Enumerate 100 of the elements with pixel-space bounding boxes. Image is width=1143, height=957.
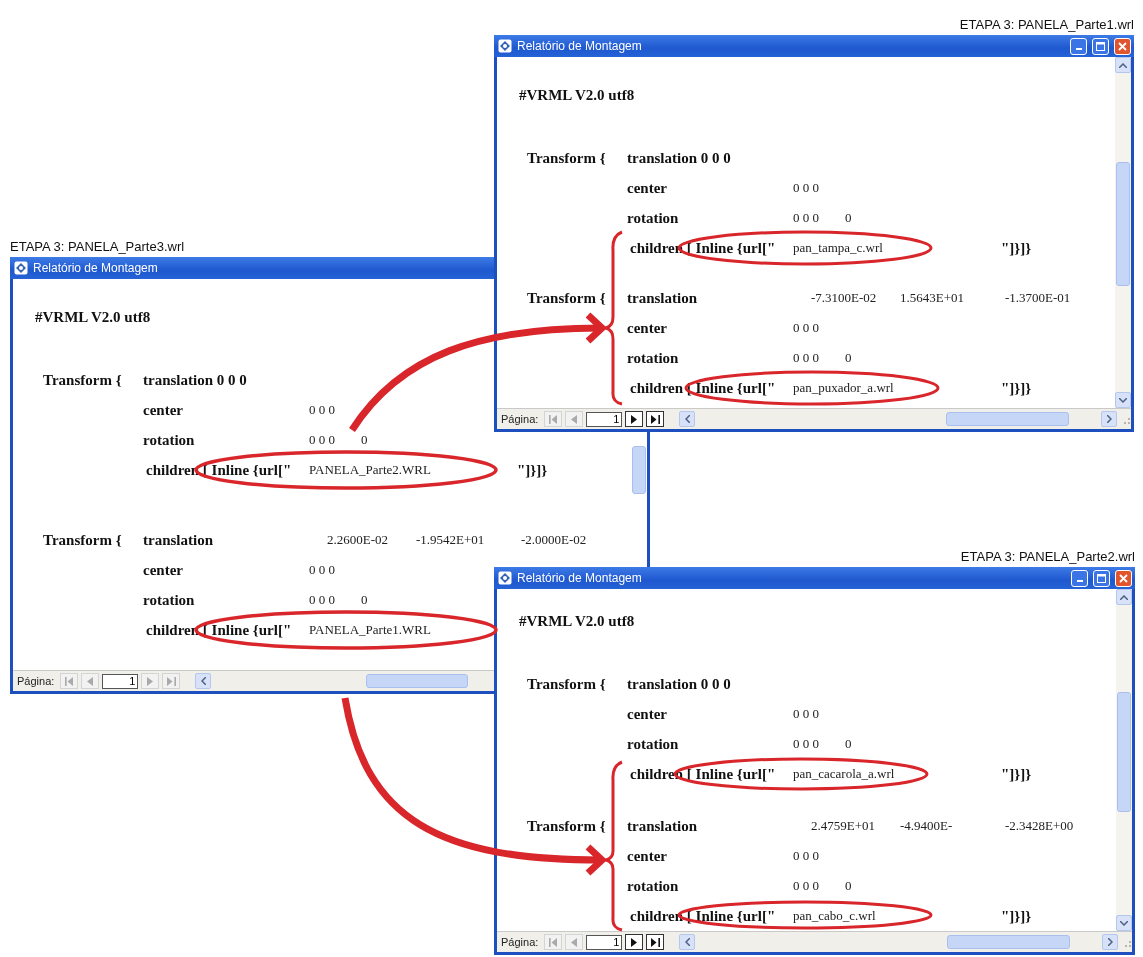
closing-brackets: "]}]} bbox=[1001, 239, 1032, 257]
translation-value: 1.5643E+01 bbox=[899, 290, 966, 306]
last-page-button[interactable] bbox=[646, 411, 665, 427]
next-page-icon bbox=[631, 937, 638, 947]
translation-label: translation bbox=[143, 531, 213, 549]
rotation-value: 0 0 0 bbox=[793, 878, 819, 894]
next-page-icon bbox=[631, 414, 638, 424]
scroll-up-icon bbox=[1120, 594, 1128, 600]
translation-value: -4.9400E- bbox=[899, 818, 954, 834]
rotation-value: 0 bbox=[845, 736, 852, 752]
diamond-app-icon bbox=[498, 39, 512, 53]
rotation-label: rotation bbox=[627, 877, 679, 895]
center-label: center bbox=[627, 705, 667, 723]
scroll-left-icon bbox=[684, 938, 690, 946]
translation-label: translation 0 0 0 bbox=[627, 675, 731, 693]
closing-brackets: "]}]} bbox=[1001, 907, 1032, 925]
last-page-button[interactable] bbox=[646, 934, 665, 950]
minimize-button[interactable] bbox=[1071, 569, 1088, 587]
page-number-field[interactable]: 1 bbox=[586, 934, 623, 950]
url-value: PANELA_Parte1.WRL bbox=[309, 622, 432, 638]
transform-keyword: Transform { bbox=[42, 531, 122, 549]
window-title: Relatório de Montagem bbox=[517, 39, 643, 53]
maximize-button[interactable] bbox=[1092, 37, 1109, 55]
rotation-value: 0 0 0 bbox=[793, 736, 819, 752]
center-value: 0 0 0 bbox=[309, 562, 335, 578]
next-page-button[interactable] bbox=[625, 411, 644, 427]
horizontal-scrollbar[interactable] bbox=[679, 411, 1131, 427]
rotation-label: rotation bbox=[627, 349, 679, 367]
url-value: pan_cacarola_a.wrl bbox=[793, 765, 896, 783]
vertical-scrollbar[interactable] bbox=[1115, 57, 1131, 408]
last-page-icon bbox=[650, 414, 660, 424]
translation-value: -2.3428E+00 bbox=[1004, 818, 1075, 834]
last-page-icon bbox=[166, 676, 176, 686]
maximize-button[interactable] bbox=[1093, 569, 1110, 587]
translation-label: translation bbox=[627, 817, 697, 835]
center-label: center bbox=[627, 847, 667, 865]
page-label: Página: bbox=[501, 413, 539, 425]
close-button[interactable] bbox=[1114, 37, 1131, 55]
page-number-field[interactable]: 1 bbox=[102, 673, 139, 689]
rotation-value: 0 0 0 bbox=[309, 592, 335, 608]
previous-page-icon bbox=[571, 937, 578, 947]
translation-value: -1.3700E-01 bbox=[1004, 290, 1072, 306]
translation-label: translation bbox=[627, 289, 697, 307]
vrml-header: #VRML V2.0 utf8 bbox=[35, 308, 152, 327]
center-value: 0 0 0 bbox=[793, 706, 819, 722]
diamond-app-icon bbox=[498, 571, 512, 585]
figure-caption: ETAPA 3: PANELA_Parte1.wrl bbox=[959, 17, 1134, 34]
transform-keyword: Transform { bbox=[42, 371, 122, 389]
scrollbar-thumb[interactable] bbox=[946, 935, 1070, 949]
rotation-value: 0 bbox=[845, 350, 852, 366]
vrml-header: #VRML V2.0 utf8 bbox=[519, 86, 636, 105]
horizontal-scrollbar[interactable] bbox=[679, 934, 1132, 950]
maximize-icon bbox=[1096, 41, 1105, 51]
rotation-label: rotation bbox=[143, 431, 195, 449]
translation-label: translation 0 0 0 bbox=[627, 149, 731, 167]
diamond-app-icon bbox=[14, 261, 28, 275]
translation-value: 2.2600E-02 bbox=[326, 532, 390, 548]
first-page-icon bbox=[548, 414, 558, 424]
vrml-header: #VRML V2.0 utf8 bbox=[519, 612, 636, 631]
scroll-up-icon bbox=[1119, 62, 1127, 68]
transform-keyword: Transform { bbox=[526, 817, 606, 835]
maximize-icon bbox=[1097, 573, 1106, 583]
translation-value: -7.3100E-02 bbox=[810, 290, 878, 306]
center-label: center bbox=[143, 561, 183, 579]
rotation-value: 0 0 0 bbox=[309, 432, 335, 448]
scrollbar-thumb[interactable] bbox=[1116, 162, 1130, 286]
url-value: pan_tampa_c.wrl bbox=[793, 239, 884, 257]
scrollbar-thumb[interactable] bbox=[632, 445, 646, 495]
translation-value: -2.0000E-02 bbox=[520, 532, 588, 548]
center-label: center bbox=[627, 179, 667, 197]
center-label: center bbox=[143, 401, 183, 419]
close-icon bbox=[1119, 573, 1128, 583]
rotation-label: rotation bbox=[627, 209, 679, 227]
scroll-down-icon bbox=[1120, 920, 1128, 926]
scroll-right-icon bbox=[1106, 415, 1112, 423]
transform-keyword: Transform { bbox=[526, 675, 606, 693]
center-value: 0 0 0 bbox=[309, 402, 335, 418]
rotation-value: 0 0 0 bbox=[793, 210, 819, 226]
closing-brackets: "]}]} bbox=[517, 461, 548, 479]
scroll-down-icon bbox=[1119, 397, 1127, 403]
page-number-field[interactable]: 1 bbox=[586, 411, 623, 427]
rotation-value: 0 bbox=[845, 210, 852, 226]
scrollbar-thumb[interactable] bbox=[365, 674, 469, 688]
scroll-left-icon bbox=[200, 677, 206, 685]
next-page-button[interactable] bbox=[625, 934, 644, 950]
next-page-icon bbox=[147, 676, 154, 686]
minimize-button[interactable] bbox=[1070, 37, 1087, 55]
scrollbar-thumb[interactable] bbox=[946, 412, 1069, 426]
vertical-scrollbar[interactable] bbox=[1116, 589, 1132, 931]
url-value: PANELA_Parte2.WRL bbox=[309, 461, 432, 479]
close-button[interactable] bbox=[1115, 569, 1132, 587]
page-label: Página: bbox=[501, 936, 539, 948]
transform-keyword: Transform { bbox=[526, 289, 606, 307]
url-value: pan_cabo_c.wrl bbox=[793, 907, 877, 925]
center-label: center bbox=[627, 319, 667, 337]
center-value: 0 0 0 bbox=[793, 848, 819, 864]
scrollbar-thumb[interactable] bbox=[1117, 691, 1131, 812]
window-title: Relatório de Montagem bbox=[517, 571, 643, 585]
url-value: pan_puxador_a.wrl bbox=[793, 379, 895, 397]
rotation-value: 0 bbox=[361, 432, 368, 448]
